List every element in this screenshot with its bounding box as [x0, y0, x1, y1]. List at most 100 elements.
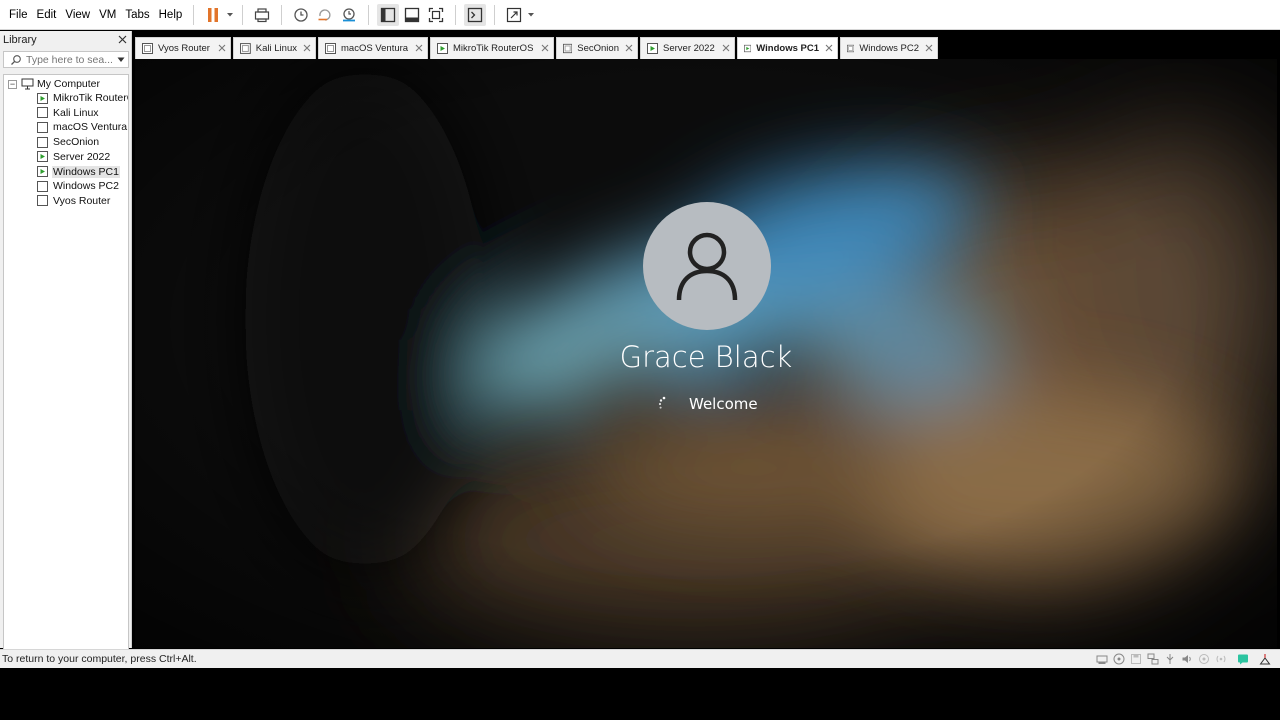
close-tab-button[interactable]: [819, 43, 833, 55]
menu-vm[interactable]: VM: [95, 4, 120, 26]
chevron-down-icon: [227, 12, 234, 16]
network-icon[interactable]: [1146, 652, 1160, 666]
menu-help[interactable]: Help: [155, 4, 187, 26]
close-tab-button[interactable]: [716, 43, 730, 55]
vm-tab[interactable]: Windows PC2: [840, 37, 938, 59]
library-item[interactable]: Kali Linux: [37, 106, 100, 120]
library-item-label: SecOnion: [53, 136, 100, 149]
library-item[interactable]: Windows PC1: [37, 165, 120, 179]
vm-tab[interactable]: Vyos Router: [135, 37, 231, 59]
tree-root-label: My Computer: [37, 78, 101, 90]
revert-snapshot-button[interactable]: [314, 4, 336, 26]
vm-icon: [37, 107, 48, 119]
library-item-label: Server 2022: [53, 150, 111, 163]
library-item[interactable]: SecOnion: [37, 135, 100, 149]
cd-dvd-icon[interactable]: [1112, 652, 1126, 666]
toolbar-separator: [242, 4, 244, 25]
menu-file[interactable]: File: [5, 4, 32, 26]
vm-tab-bar: Vyos Router Kali Linux macOS Ventura MikroT…: [135, 37, 1277, 59]
vm-tab[interactable]: SecOnion: [556, 37, 638, 59]
toolbar-separator: [494, 4, 496, 25]
sidebar-icon: [381, 7, 396, 22]
close-tab-button[interactable]: [619, 43, 633, 55]
tree-root-my-computer[interactable]: − My Computer: [8, 77, 100, 91]
stretch-guest-button[interactable]: [503, 4, 525, 26]
snapshot-manager-button[interactable]: [338, 4, 360, 26]
close-icon: [925, 44, 933, 51]
fullscreen-icon: [429, 7, 444, 22]
usb-icon[interactable]: [1163, 652, 1177, 666]
library-item-label: Windows PC1: [52, 165, 120, 178]
close-tab-button[interactable]: [919, 43, 933, 55]
tab-label: Kali Linux: [255, 43, 297, 54]
stretch-icon: [507, 7, 522, 22]
close-icon: [825, 44, 833, 51]
library-item[interactable]: macOS Ventura: [37, 120, 128, 134]
menu-edit[interactable]: Edit: [33, 4, 61, 26]
vm-icon: [37, 136, 48, 148]
vm-tab[interactable]: MikroTik RouterOS: [430, 37, 554, 59]
vm-running-icon: [37, 166, 48, 177]
pause-vm-button[interactable]: [202, 4, 224, 26]
device-status-icons: [1092, 652, 1272, 666]
user-icon: [676, 232, 738, 301]
menu-view[interactable]: View: [61, 4, 94, 26]
clock-icon: [294, 7, 308, 22]
collapse-toggle[interactable]: −: [8, 79, 17, 89]
loading-spinner-icon: [658, 396, 666, 409]
vm-running-icon: [37, 92, 48, 104]
library-tree: − My Computer MikroTik RouterOS Kali Linu…: [3, 74, 129, 662]
close-tab-button[interactable]: [212, 43, 226, 55]
terminal-icon: [468, 7, 483, 22]
library-item[interactable]: MikroTik RouterOS: [37, 91, 128, 105]
revert-icon: [318, 8, 331, 21]
close-icon: [625, 44, 633, 51]
chevron-down-icon: [528, 12, 535, 16]
pause-dropdown-button[interactable]: [225, 4, 235, 26]
message-icon[interactable]: [1236, 652, 1250, 666]
letterbox-bar: [0, 668, 1280, 720]
vm-tab[interactable]: Server 2022: [640, 37, 735, 59]
vm-tab[interactable]: Windows PC1: [737, 37, 838, 59]
chevron-down-icon[interactable]: [117, 57, 125, 63]
library-search-input[interactable]: [26, 53, 112, 66]
snapshot-manager-icon: [343, 7, 356, 21]
sound-icon[interactable]: [1180, 652, 1194, 666]
library-item[interactable]: Vyos Router: [37, 194, 111, 208]
close-tab-button[interactable]: [535, 43, 549, 55]
show-library-button[interactable]: [377, 3, 400, 26]
close-library-button[interactable]: [118, 34, 127, 46]
snapshot-button[interactable]: [290, 4, 312, 26]
menu-tabs[interactable]: Tabs: [121, 4, 153, 26]
stretch-dropdown-button[interactable]: [526, 4, 536, 26]
vm-icon: [37, 195, 48, 207]
close-tab-button[interactable]: [297, 43, 311, 55]
hard-disk-icon[interactable]: [1095, 652, 1109, 666]
vm-tab[interactable]: macOS Ventura: [318, 37, 428, 59]
vm-tab[interactable]: Kali Linux: [233, 37, 316, 59]
close-icon: [722, 44, 730, 51]
thumbnail-bar-button[interactable]: [401, 4, 423, 26]
close-icon: [541, 44, 549, 51]
floppy-icon[interactable]: [1129, 652, 1143, 666]
console-view-button[interactable]: [464, 3, 487, 26]
printer-icon[interactable]: [1197, 652, 1211, 666]
close-icon: [218, 44, 226, 51]
tab-label: Vyos Router: [158, 43, 210, 54]
library-item[interactable]: Server 2022: [37, 150, 111, 164]
pause-icon: [208, 7, 219, 22]
full-screen-status-icon[interactable]: [1258, 652, 1272, 666]
send-ctrl-alt-del-button[interactable]: [251, 4, 273, 26]
library-item-label: macOS Ventura: [53, 121, 128, 134]
tab-label: Windows PC2: [859, 43, 919, 54]
welcome-text: Welcome: [689, 395, 758, 413]
tab-label: MikroTik RouterOS: [453, 43, 534, 54]
close-tab-button[interactable]: [409, 43, 423, 55]
library-search-box[interactable]: [3, 51, 129, 68]
display-icon[interactable]: [1214, 652, 1228, 666]
library-item[interactable]: Windows PC2: [37, 179, 120, 193]
toolbar-separator: [368, 4, 370, 25]
vm-display[interactable]: Grace Black Welcome: [135, 59, 1277, 648]
full-screen-button[interactable]: [425, 4, 447, 26]
status-bar: To return to your computer, press Ctrl+A…: [0, 649, 1280, 668]
